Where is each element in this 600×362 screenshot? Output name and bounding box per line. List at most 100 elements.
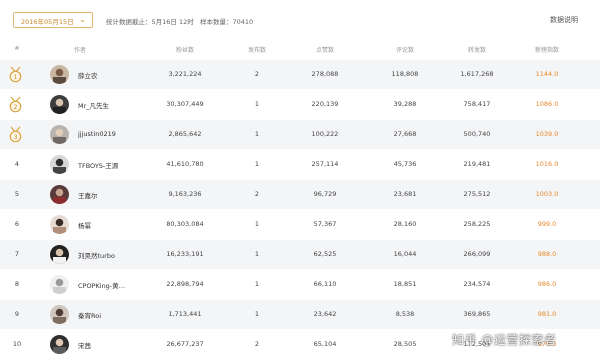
fans-count: 41,610,780 — [166, 160, 204, 168]
comments-count: 45,736 — [393, 160, 417, 168]
likes-count: 66,110 — [313, 280, 337, 288]
author-name[interactable]: 杨幂 — [78, 220, 91, 230]
header-fans: 粉丝数 — [175, 47, 194, 54]
svg-text:2: 2 — [14, 104, 18, 111]
table-row[interactable]: 1 薛立农 3,221,224 2 278,088 118,808 1,617,… — [0, 60, 600, 89]
rank-number: 8 — [14, 280, 20, 288]
comments-count: 118,808 — [391, 70, 419, 78]
posts-count: 1 — [254, 250, 260, 258]
avatar[interactable] — [50, 95, 69, 114]
reposts-count: 758,417 — [463, 100, 491, 108]
table-row[interactable]: 4 TFBOYS-王源 41,610,780 1 257,114 45,736 … — [0, 150, 600, 179]
likes-count: 65,104 — [313, 340, 337, 348]
author-name[interactable]: 薛立农 — [78, 70, 98, 80]
fans-count: 9,163,236 — [168, 190, 202, 198]
rank-number: 5 — [14, 190, 20, 198]
rank-number: 10 — [12, 340, 22, 348]
header-posts: 发布数 — [247, 47, 266, 54]
author-name[interactable]: 秦宵Roi — [78, 310, 101, 320]
reposts-count: 275,512 — [463, 190, 491, 198]
author-name[interactable]: Mr_凡先生 — [78, 100, 109, 110]
reposts-count: 234,574 — [463, 280, 491, 288]
reposts-count: 369,865 — [463, 310, 491, 318]
data-explanation-link[interactable]: 数据说明 — [550, 15, 578, 25]
silver-medal-icon: 2 — [9, 96, 22, 113]
avatar[interactable] — [50, 65, 69, 84]
avatar[interactable] — [50, 335, 69, 354]
chevron-down-icon: ⌄ — [79, 15, 86, 24]
comments-count: 28,160 — [393, 220, 417, 228]
posts-count: 2 — [254, 190, 260, 198]
reposts-count: 1,617,268 — [460, 70, 494, 78]
fans-count: 16,233,191 — [166, 250, 204, 258]
fans-count: 26,677,237 — [166, 340, 204, 348]
header-comments: 评论数 — [395, 47, 414, 54]
avatar[interactable] — [50, 275, 69, 294]
avatar[interactable] — [50, 305, 69, 324]
zhihu-watermark: 知乎 @运营探索者 — [452, 333, 557, 347]
comments-count: 23,681 — [393, 190, 417, 198]
author-name[interactable]: 刘昊然turbo — [78, 250, 115, 260]
posts-count: 2 — [254, 70, 260, 78]
header-reposts: 转发数 — [467, 47, 486, 54]
table-row[interactable]: 7 刘昊然turbo 16,233,191 1 62,525 16,044 26… — [0, 240, 600, 269]
author-name[interactable]: TFBOYS-王源 — [78, 160, 118, 170]
index-value: 1016.0 — [535, 160, 559, 168]
table-row[interactable]: 2 Mr_凡先生 30,307,449 1 220,139 39,288 758… — [0, 90, 600, 119]
table-row[interactable]: 8 CPOPKing-黄… 22,898,794 1 66,110 18,851… — [0, 270, 600, 299]
author-name[interactable]: jjjustin0219 — [78, 130, 116, 138]
table-row[interactable]: 3 jjjustin0219 2,865,642 1 100,222 27,66… — [0, 120, 600, 149]
rank-number: 7 — [14, 250, 20, 258]
bronze-medal-icon: 3 — [9, 126, 22, 143]
index-value: 981.0 — [537, 310, 557, 318]
posts-count: 1 — [254, 100, 260, 108]
header-rank: # — [14, 45, 20, 52]
likes-count: 257,114 — [311, 160, 339, 168]
comments-count: 28,505 — [393, 340, 417, 348]
comments-count: 16,044 — [393, 250, 417, 258]
likes-count: 57,367 — [313, 220, 337, 228]
rank-number: 9 — [14, 310, 20, 318]
index-value: 986.0 — [537, 280, 557, 288]
avatar[interactable] — [50, 185, 69, 204]
table-row[interactable]: 6 杨幂 80,303,084 1 57,367 28,160 258,225 … — [0, 210, 600, 239]
fans-count: 3,221,224 — [168, 70, 202, 78]
avatar[interactable] — [50, 155, 69, 174]
avatar[interactable] — [50, 245, 69, 264]
index-value: 1144.0 — [535, 70, 559, 78]
posts-count: 1 — [254, 220, 260, 228]
index-value: 999.0 — [537, 220, 557, 228]
date-select[interactable]: 2016年05月15日 ⌄ — [13, 12, 93, 28]
reposts-count: 219,481 — [463, 160, 491, 168]
posts-count: 2 — [254, 340, 260, 348]
header-author: 作者 — [73, 47, 86, 54]
likes-count: 100,222 — [311, 130, 339, 138]
avatar[interactable] — [50, 125, 69, 144]
table-row[interactable]: 9 秦宵Roi 1,713,441 1 23,642 8,538 369,865… — [0, 300, 600, 329]
author-name[interactable]: CPOPKing-黄… — [78, 280, 125, 290]
reposts-count: 266,099 — [463, 250, 491, 258]
index-value: 1039.0 — [535, 130, 559, 138]
rank-number: 6 — [14, 220, 20, 228]
fans-count: 2,865,642 — [168, 130, 202, 138]
date-select-value: 2016年05月15日 — [21, 18, 74, 26]
index-value: 1003.0 — [535, 190, 559, 198]
reposts-count: 258,225 — [463, 220, 491, 228]
header-index: 新榜指数 — [534, 47, 559, 54]
likes-count: 23,642 — [313, 310, 337, 318]
top-bar: 2016年05月15日 ⌄ 统计数据截止：5月16日 12时 样本数量：7041… — [0, 0, 600, 36]
author-name[interactable]: 宋茜 — [78, 340, 91, 350]
likes-count: 220,139 — [311, 100, 339, 108]
fans-count: 1,713,441 — [168, 310, 202, 318]
avatar[interactable] — [50, 215, 69, 234]
gold-medal-icon: 1 — [9, 66, 22, 83]
sample-count-label: 样本数量：70410 — [200, 18, 254, 26]
posts-count: 1 — [254, 280, 260, 288]
table-row[interactable]: 5 王嘉尔 9,163,236 2 96,729 23,681 275,512 … — [0, 180, 600, 209]
author-name[interactable]: 王嘉尔 — [78, 190, 98, 200]
header-likes: 点赞数 — [315, 47, 334, 54]
fans-count: 22,898,794 — [166, 280, 204, 288]
index-value: 1086.0 — [535, 100, 559, 108]
fans-count: 80,303,084 — [166, 220, 204, 228]
likes-count: 278,088 — [311, 70, 339, 78]
